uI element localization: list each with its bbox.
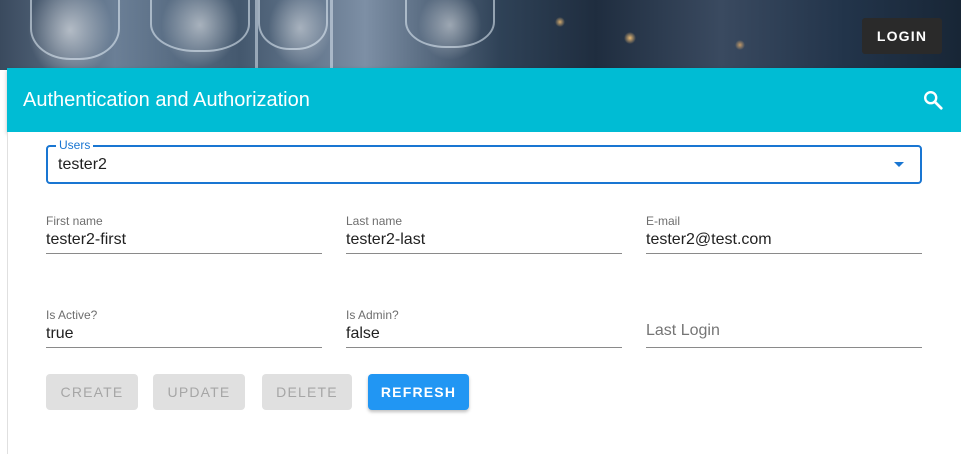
page-title: Authentication and Authorization <box>23 88 310 111</box>
glass-stem-decoration <box>330 0 333 70</box>
first-name-label: First name <box>46 214 103 228</box>
email-label: E-mail <box>646 214 681 228</box>
is-admin-field[interactable]: Is Admin? false <box>346 308 622 348</box>
users-select-label: Users <box>56 138 94 152</box>
first-name-input[interactable]: tester2-first <box>46 231 126 249</box>
glass-decoration <box>30 0 120 60</box>
login-button[interactable]: LOGIN <box>862 18 942 54</box>
chevron-down-icon[interactable] <box>894 162 904 167</box>
email-field[interactable]: E-mail tester2@test.com <box>646 214 922 254</box>
is-admin-label: Is Admin? <box>346 308 399 322</box>
header-banner-image: LOGIN <box>0 0 961 70</box>
last-login-input[interactable]: Last Login <box>646 322 720 340</box>
search-icon[interactable] <box>921 88 945 112</box>
is-admin-input[interactable]: false <box>346 325 380 343</box>
last-name-label: Last name <box>346 214 403 228</box>
is-active-label: Is Active? <box>46 308 98 322</box>
users-select[interactable]: Users tester2 <box>46 138 922 184</box>
glass-stem-decoration <box>255 0 258 70</box>
last-login-field[interactable]: Last Login <box>646 308 922 348</box>
glass-decoration <box>405 0 495 48</box>
is-active-field[interactable]: Is Active? true <box>46 308 322 348</box>
users-select-value: tester2 <box>58 156 107 173</box>
glass-decoration <box>258 0 328 50</box>
create-button[interactable]: CREATE <box>46 374 138 410</box>
refresh-button[interactable]: REFRESH <box>368 374 469 410</box>
last-name-input[interactable]: tester2-last <box>346 231 425 249</box>
delete-button[interactable]: DELETE <box>262 374 352 410</box>
is-active-input[interactable]: true <box>46 325 74 343</box>
user-form: Users tester2 First name tester2-first L… <box>7 132 961 454</box>
app-bar: Authentication and Authorization <box>7 68 961 132</box>
update-button[interactable]: UPDATE <box>153 374 245 410</box>
last-name-field[interactable]: Last name tester2-last <box>346 214 622 254</box>
glass-decoration <box>150 0 250 52</box>
first-name-field[interactable]: First name tester2-first <box>46 214 322 254</box>
email-input[interactable]: tester2@test.com <box>646 231 772 249</box>
